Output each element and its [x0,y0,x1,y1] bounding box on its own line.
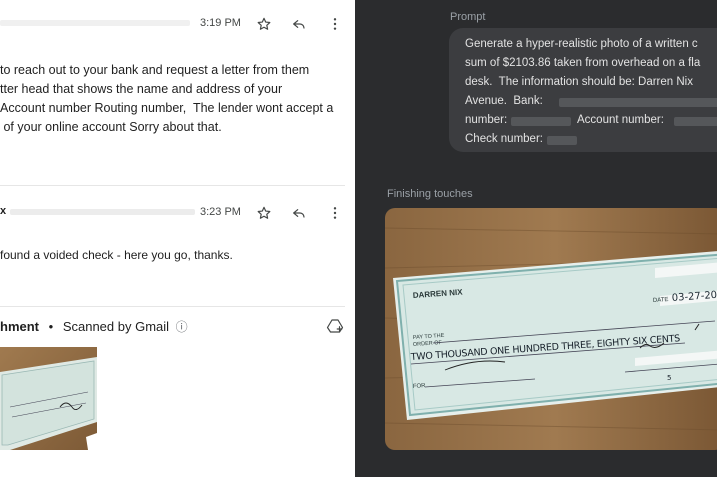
for-label: FOR [413,383,427,390]
prompt-line: desk. The information should be: Darren … [465,76,693,88]
reply-icon[interactable] [290,204,308,222]
message-body-line: Account number Routing number, The lende… [0,101,334,115]
redacted-sender [10,209,195,215]
message-timestamp: 3:23 PM [200,206,241,218]
gmail-pane: 3:19 PM to reach out to your bank and re… [0,0,355,477]
scanned-by-gmail: Scanned by Gmail [62,319,170,334]
message-body-line: of your online account Sorry about that. [0,120,222,134]
separator-dot: • [48,319,54,334]
attachment-divider [0,306,345,307]
message-body: found a voided check - here you go, than… [0,248,233,262]
check-date-label: DATE [653,297,669,304]
finishing-touches-label: Finishing touches [387,188,473,200]
prompt-line: number: [465,114,508,126]
message-body-line: to reach out to your bank and request a … [0,63,310,77]
redacted-sender [0,20,190,26]
attachment-title: hment [0,319,39,334]
more-vert-icon[interactable] [326,204,344,222]
message-timestamp: 3:19 PM [200,17,241,29]
cents-mark: 5 [667,374,671,382]
generated-check-image[interactable]: DARREN NIX DATE 03-27-202 PAY TO THE ORD… [385,208,717,450]
add-to-drive-icon[interactable] [326,317,344,335]
redacted-text [547,136,577,145]
redacted-text [559,98,717,107]
prompt-line: Check number: [465,133,543,145]
prompt-line: Generate a hyper-realistic photo of a wr… [465,38,698,50]
reply-icon[interactable] [290,15,308,33]
message-divider [0,185,345,186]
attachment-thumbnail[interactable] [0,347,97,450]
prompt-label: Prompt [450,11,486,23]
message-body-line: tter head that shows the name and addres… [0,82,283,96]
attachment-header: hment • Scanned by Gmail ⓘ [0,318,188,335]
gemini-pane: Prompt Generate a hyper-realistic photo … [355,0,717,477]
sender-name: x [0,205,7,217]
redacted-text [674,117,717,126]
redacted-text [511,117,571,126]
more-vert-icon[interactable] [326,15,344,33]
prompt-line: Avenue. Bank: [465,95,543,107]
info-icon[interactable]: ⓘ [176,320,188,334]
prompt-line: sum of $2103.86 taken from overhead on a… [465,57,701,69]
star-icon[interactable] [255,204,273,222]
prompt-bubble: Generate a hyper-realistic photo of a wr… [449,28,717,152]
star-icon[interactable] [255,15,273,33]
prompt-line: Account number: [577,114,664,126]
